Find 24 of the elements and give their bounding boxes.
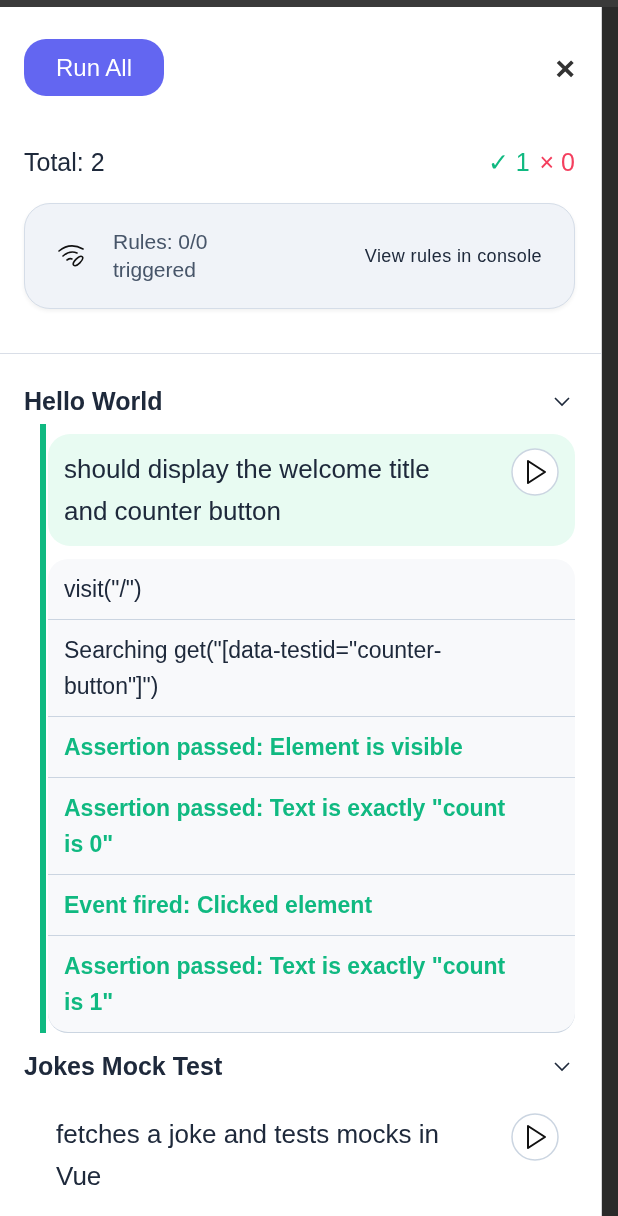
step-text: Assertion passed: Element is visible: [64, 733, 464, 762]
test-title: fetches a joke and tests mocks in Vue: [56, 1118, 440, 1193]
step-text: visit("/"): [64, 575, 143, 604]
step-text: Event fired: Clicked element: [64, 891, 374, 920]
test-card[interactable]: should display the welcome title and counter button: [48, 434, 575, 546]
chevron-icon[interactable]: [553, 1060, 571, 1072]
rules-status: Rules: 0/0 triggered: [113, 229, 209, 283]
play-icon[interactable]: [511, 1113, 559, 1161]
suite-title: Jokes Mock Test: [24, 1051, 223, 1081]
signal-icon: [57, 243, 87, 269]
play-icon[interactable]: [511, 448, 559, 496]
run-all-button[interactable]: Run All: [24, 39, 164, 96]
step-text: Assertion passed: Text is exactly "count is 0": [64, 794, 507, 859]
view-rules-link[interactable]: View rules in console: [364, 245, 542, 267]
total-count: Total: 2: [24, 148, 105, 177]
test-card[interactable]: fetches a joke and tests mocks in Vue: [40, 1099, 575, 1211]
chevron-icon[interactable]: [553, 395, 571, 407]
step-text: Assertion passed: Text is exactly "count is 1": [64, 952, 507, 1017]
test-title: should display the welcome title and counter button: [64, 453, 431, 528]
step-text: Searching get("[data-testid="counter-button"]"): [64, 636, 443, 701]
failed-count: × 0: [539, 148, 575, 177]
passed-count: ✓ 1: [487, 148, 530, 177]
suite-title: Hello World: [24, 386, 163, 416]
close-button[interactable]: ×: [555, 50, 575, 85]
